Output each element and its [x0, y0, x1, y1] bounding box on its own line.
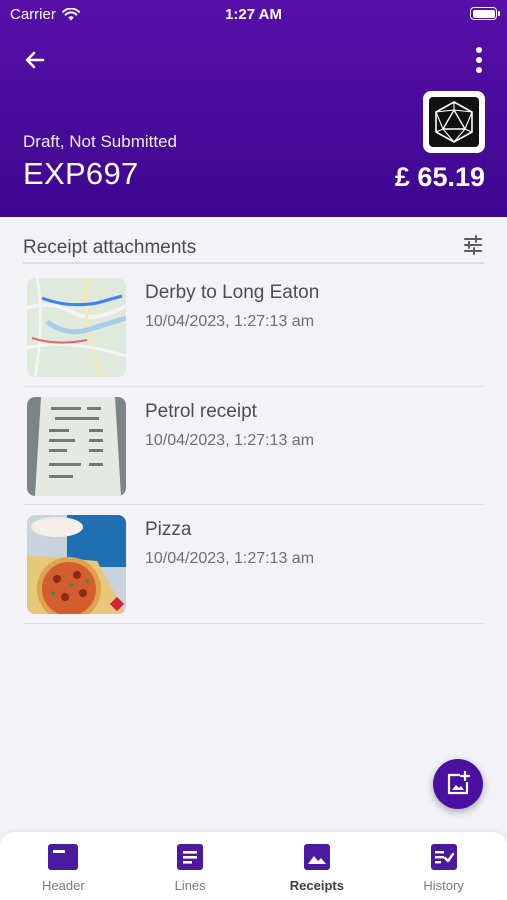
tab-label: Lines: [174, 878, 206, 893]
tab-receipts[interactable]: Receipts: [254, 832, 381, 900]
receipt-title: Derby to Long Eaton: [145, 282, 320, 303]
receipt-title: Petrol receipt: [145, 400, 257, 422]
bottom-tab-bar: Header Lines Receipts History: [0, 832, 507, 900]
receipt-title: Pizza: [145, 519, 192, 540]
tab-label: Receipts: [289, 878, 344, 893]
filter-button[interactable]: [462, 234, 484, 256]
app-header: Carrier 1:27 AM Draft, Not Submitted EXP…: [0, 0, 507, 217]
status-bar: Carrier 1:27 AM: [0, 0, 507, 28]
pizza-thumbnail: [27, 515, 126, 614]
arrow-left-icon: [25, 51, 45, 69]
receipt-date: 10/04/2023, 1:27:13 am: [145, 313, 315, 330]
back-button[interactable]: [20, 45, 50, 75]
add-receipt-button[interactable]: [433, 759, 483, 809]
company-logo: [423, 91, 485, 153]
receipt-item[interactable]: Pizza 10/04/2023, 1:27:13 am: [23, 505, 484, 624]
lines-icon: [175, 844, 205, 870]
add-photo-icon: [447, 771, 471, 795]
expense-amount: £ 65.19: [394, 162, 485, 192]
tune-icon: [464, 235, 482, 255]
image-icon: [302, 844, 332, 870]
expense-id: EXP697: [23, 156, 139, 191]
tab-header[interactable]: Header: [0, 832, 127, 900]
section-title: Receipt attachments: [23, 237, 197, 258]
more-options-button[interactable]: [473, 44, 485, 76]
tab-history[interactable]: History: [380, 832, 507, 900]
section-header: Receipt attachments: [23, 234, 484, 264]
checklist-icon: [429, 844, 459, 870]
tab-label: History: [423, 878, 464, 893]
tab-lines[interactable]: Lines: [127, 832, 254, 900]
battery-icon: [470, 7, 500, 20]
map-thumbnail: [27, 278, 126, 377]
tab-label: Header: [42, 878, 85, 893]
expense-status: Draft, Not Submitted: [23, 132, 178, 151]
header-icon: [48, 844, 79, 870]
clock: 1:27 AM: [225, 6, 282, 23]
receipt-date: 10/04/2023, 1:27:13 am: [145, 550, 315, 567]
receipt-item[interactable]: Petrol receipt 10/04/2023, 1:27:13 am: [23, 387, 484, 505]
more-vertical-icon: [476, 47, 482, 73]
receipt-thumbnail: [27, 396, 126, 496]
receipt-item[interactable]: Derby to Long Eaton 10/04/2023, 1:27:13 …: [23, 268, 484, 387]
receipt-date: 10/04/2023, 1:27:13 am: [145, 431, 315, 449]
d20-dice-icon: [429, 97, 479, 147]
receipt-list: Derby to Long Eaton 10/04/2023, 1:27:13 …: [23, 268, 484, 624]
